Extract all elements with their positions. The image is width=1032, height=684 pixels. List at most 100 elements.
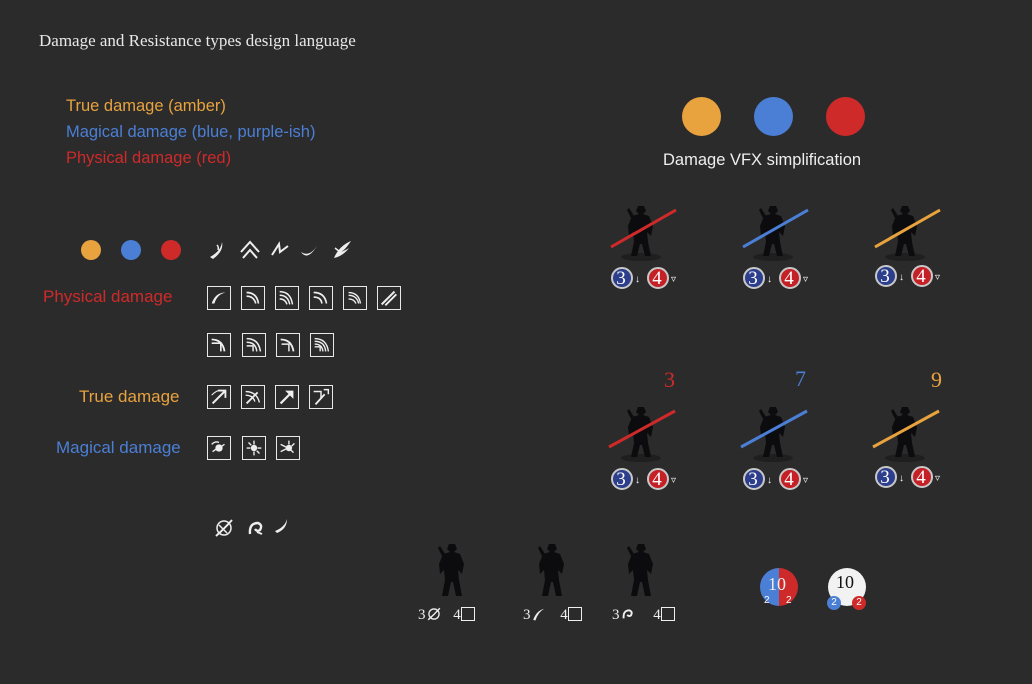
unit-figure-physical (601, 403, 681, 465)
vfx-caption: Damage VFX simplification (663, 151, 862, 169)
shield-icon: ▿ (802, 274, 808, 285)
small-slash-icon (271, 515, 293, 537)
physical-icon-4 (309, 286, 333, 310)
stat-row-1: 3 4 (418, 606, 475, 624)
armor-value: 3 (616, 469, 626, 490)
resist-badge: 4 ▿ (647, 267, 676, 289)
square-icon (660, 607, 675, 621)
physical-icon-2 (241, 286, 265, 310)
resist-value: 4 (652, 469, 662, 490)
stat-a-value: 3 (418, 607, 426, 623)
split-physical-value: 2 (786, 595, 792, 606)
armor-value: 3 (880, 266, 890, 287)
damage-number-true: 9 (931, 367, 942, 392)
down-arrow-icon: ↓ (635, 475, 640, 486)
unit-figure-physical (601, 202, 681, 264)
armor-badge: 3 ↓ (875, 466, 904, 488)
armor-value: 3 (616, 268, 626, 289)
resist-value: 4 (784, 469, 794, 490)
true-icon-1 (207, 385, 231, 409)
shield-icon: ▿ (670, 475, 676, 486)
damage-number-magical: 7 (795, 366, 806, 391)
physical-icon-7 (207, 333, 231, 357)
stat-row-3: 3 4 (612, 606, 675, 624)
unit-figure-magical (733, 403, 813, 465)
magical-icon-2 (242, 436, 266, 460)
stat-row-2: 3 4 (523, 606, 582, 624)
unit-figure-magical (733, 202, 813, 264)
unit-figure-small (611, 542, 671, 600)
resist-badge: 4 ▿ (911, 466, 940, 488)
unit-figure-small (422, 542, 482, 600)
physical-split-chip: 2 (852, 596, 866, 610)
square-icon (567, 607, 582, 621)
total-value: 10 (836, 572, 854, 592)
double-chevron-icon (239, 238, 261, 260)
row-label-physical: Physical damage (43, 287, 173, 306)
legend-magical: Magical damage (blue, purple-ish) (66, 123, 316, 141)
resist-badge: 4 ▿ (779, 267, 808, 289)
shield-icon: ▿ (934, 272, 940, 283)
resist-value: 4 (652, 268, 662, 289)
physical-damage-swatch (826, 97, 865, 136)
down-arrow-icon: ↓ (635, 274, 640, 285)
physical-icon-9 (276, 333, 300, 357)
spiral-icon (245, 517, 267, 539)
crossed-slash-icon (213, 517, 235, 539)
damage-number-physical: 3 (664, 367, 675, 392)
armor-value: 3 (748, 469, 758, 490)
unit-figure-small (522, 542, 582, 600)
magical-dot (121, 240, 141, 260)
magical-icon-3 (276, 436, 300, 460)
crossed-slash-icon (427, 607, 440, 621)
true-icon-3 (275, 385, 299, 409)
split-total: 10 (768, 574, 786, 594)
claw-icon (269, 238, 291, 260)
armor-badge: 3 ↓ (611, 468, 640, 490)
physical-icon-1 (207, 286, 231, 310)
stat-a-value: 3 (612, 607, 620, 623)
slash-icon (532, 608, 544, 621)
down-arrow-icon: ↓ (899, 272, 904, 283)
shield-icon: ▿ (670, 274, 676, 285)
resist-value: 4 (784, 268, 794, 289)
resist-value: 4 (916, 266, 926, 287)
stat-b-value: 4 (653, 607, 661, 623)
resist-badge: 4 ▿ (647, 468, 676, 490)
down-arrow-icon: ↓ (899, 473, 904, 484)
true-icon-2 (241, 385, 265, 409)
shield-icon: ▿ (802, 475, 808, 486)
slash-icon (207, 239, 229, 261)
physical-dot (161, 240, 181, 260)
spiral-icon (622, 609, 633, 619)
physical-icon-6 (377, 286, 401, 310)
armor-value: 3 (880, 467, 890, 488)
armor-value: 3 (748, 268, 758, 289)
true-dot (81, 240, 101, 260)
legend-true: True damage (amber) (66, 97, 226, 115)
resist-value: 4 (916, 467, 926, 488)
stat-b-value: 4 (560, 607, 568, 623)
crescent-slash-icon (298, 240, 320, 262)
legend-physical: Physical damage (red) (66, 149, 232, 167)
magical-damage-swatch (754, 97, 793, 136)
stat-b-value: 4 (453, 607, 461, 623)
physical-icon-3 (275, 286, 299, 310)
unit-figure-true (865, 202, 945, 264)
page-title: Damage and Resistance types design langu… (39, 31, 356, 50)
unit-figure-true (865, 403, 945, 465)
row-label-true: True damage (79, 387, 180, 406)
resist-badge: 4 ▿ (911, 265, 940, 287)
magical-split-chip: 2 (827, 596, 841, 610)
true-damage-swatch (682, 97, 721, 136)
down-arrow-icon: ↓ (767, 475, 772, 486)
armor-badge: 3 ↓ (743, 468, 772, 490)
shield-icon: ▿ (934, 473, 940, 484)
square-icon (460, 607, 475, 621)
physical-icon-8 (242, 333, 266, 357)
feather-slash-icon (331, 238, 353, 260)
armor-badge: 3 ↓ (743, 267, 772, 289)
armor-badge: 3 ↓ (875, 265, 904, 287)
down-arrow-icon: ↓ (767, 274, 772, 285)
stat-a-value: 3 (523, 607, 531, 623)
